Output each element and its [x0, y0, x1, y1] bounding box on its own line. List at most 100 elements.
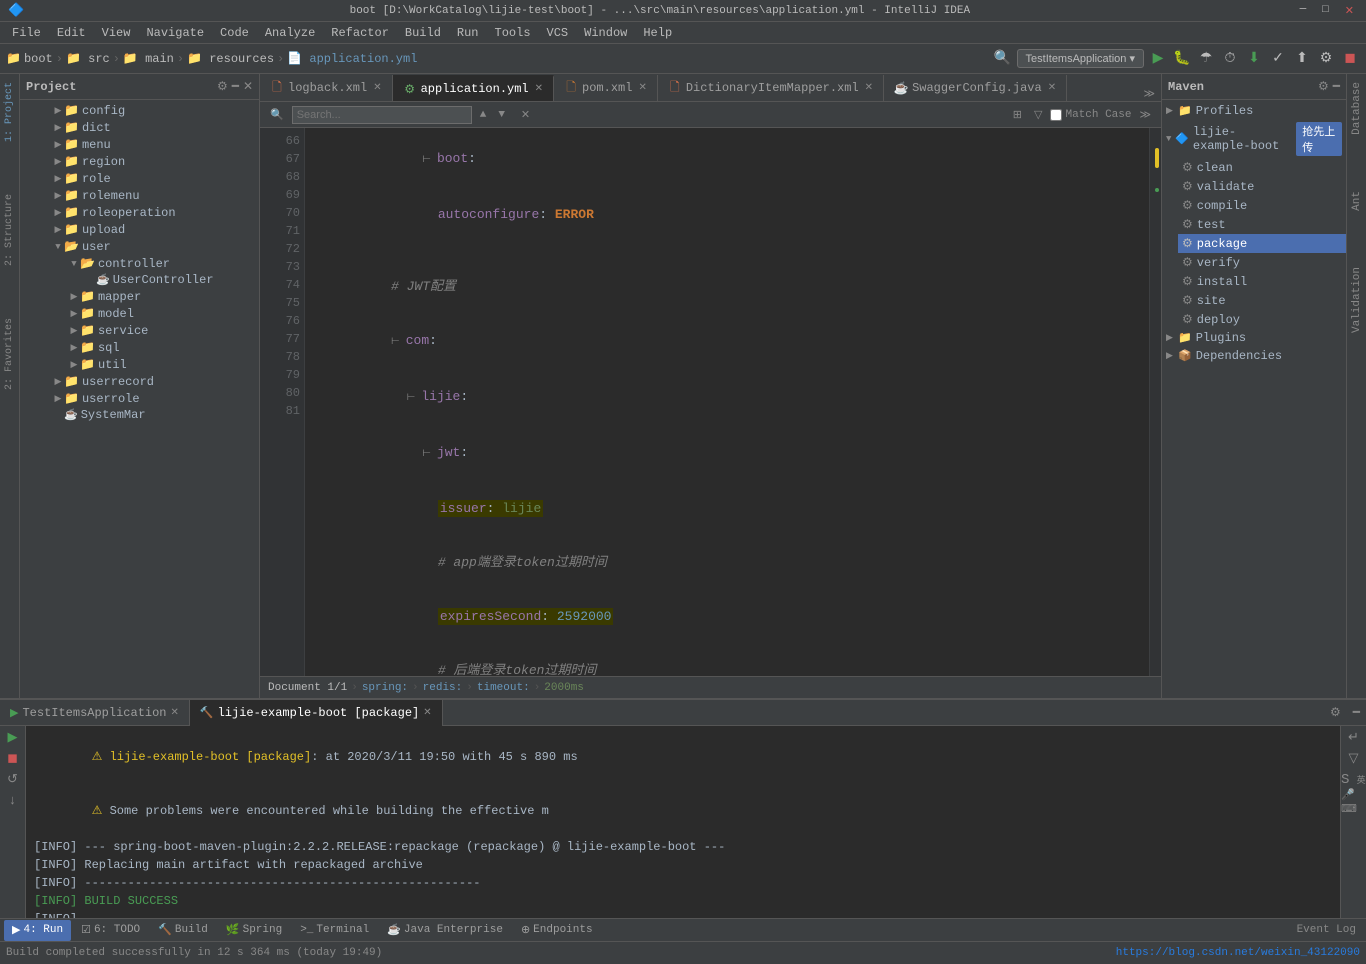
tree-item-usercontroller[interactable]: ☕ UserController: [20, 272, 259, 288]
right-vert-database[interactable]: Database: [1349, 74, 1365, 143]
tab-dictionaryitem-xml[interactable]: 🗋 DictionaryItemMapper.xml ✕: [658, 75, 884, 101]
tree-item-roleoperation[interactable]: ▶ 📁 roleoperation: [20, 204, 259, 221]
tree-item-upload[interactable]: ▶ 📁 upload: [20, 221, 259, 238]
maven-lifecycle-verify[interactable]: ⚙ verify: [1178, 253, 1346, 272]
run-scroll-icon[interactable]: ↓: [9, 793, 17, 808]
run-filter-icon[interactable]: ▽: [1349, 751, 1359, 766]
toolbar-search-everywhere-icon[interactable]: 🔍: [993, 49, 1013, 69]
tree-item-userrecord[interactable]: ▶ 📁 userrecord: [20, 373, 259, 390]
toolbar-vcs-update-icon[interactable]: ⬇: [1244, 49, 1264, 69]
run-stop-icon[interactable]: ◼: [7, 751, 18, 766]
menu-vcs[interactable]: VCS: [539, 22, 577, 44]
close-button[interactable]: ✕: [1341, 4, 1358, 18]
run-config-dropdown[interactable]: TestItemsApplication ▾: [1017, 49, 1144, 68]
project-collapse-icon[interactable]: ━: [232, 79, 239, 94]
run-play-icon[interactable]: ▶: [8, 730, 18, 745]
tree-item-model[interactable]: ▶ 📁 model: [20, 305, 259, 322]
tree-item-util[interactable]: ▶ 📁 util: [20, 356, 259, 373]
left-icon-favorites[interactable]: 2: Favorites: [2, 314, 17, 394]
maven-dependencies-item[interactable]: ▶ 📦 Dependencies: [1162, 347, 1346, 365]
maven-plugins-item[interactable]: ▶ 📁 Plugins: [1162, 329, 1346, 347]
dock-tab-todo[interactable]: ☑ 6: TODO: [73, 920, 148, 941]
toolbar-profile-icon[interactable]: ⏱: [1220, 49, 1240, 69]
tree-item-userrole[interactable]: ▶ 📁 userrole: [20, 390, 259, 407]
menu-view[interactable]: View: [94, 22, 139, 44]
tree-item-rolemenu[interactable]: ▶ 📁 rolemenu: [20, 187, 259, 204]
tree-item-sql[interactable]: ▶ 📁 sql: [20, 339, 259, 356]
menu-refactor[interactable]: Refactor: [323, 22, 397, 44]
project-settings-icon[interactable]: ⚙: [217, 79, 228, 94]
dock-tab-spring[interactable]: 🌿 Spring: [218, 920, 290, 941]
maven-lifecycle-install[interactable]: ⚙ install: [1178, 272, 1346, 291]
tree-item-dict[interactable]: ▶ 📁 dict: [20, 119, 259, 136]
tree-item-menu[interactable]: ▶ 📁 menu: [20, 136, 259, 153]
dock-tab-enterprise[interactable]: ☕ Java Enterprise: [379, 920, 511, 941]
filter-icon[interactable]: ⊞: [1009, 108, 1026, 122]
maven-lifecycle-compile[interactable]: ⚙ compile: [1178, 196, 1346, 215]
tab-close-pom[interactable]: ✕: [638, 82, 646, 94]
tree-item-service[interactable]: ▶ 📁 service: [20, 322, 259, 339]
maven-lifecycle-clean[interactable]: ⚙ clean: [1178, 158, 1346, 177]
maven-lifecycle-deploy[interactable]: ⚙ deploy: [1178, 310, 1346, 329]
dock-tab-run[interactable]: ▶ 4: Run: [4, 920, 71, 941]
menu-edit[interactable]: Edit: [49, 22, 94, 44]
run-wrap-icon[interactable]: ↵: [1348, 730, 1359, 745]
tree-item-user[interactable]: ▼ 📂 user: [20, 238, 259, 255]
run-rerun-icon[interactable]: ↺: [7, 772, 18, 787]
toolbar-vcs-push-icon[interactable]: ⬆: [1292, 49, 1312, 69]
menu-help[interactable]: Help: [635, 22, 680, 44]
maven-project-item[interactable]: ▼ 🔷 lijie-example-boot 抢先上传: [1162, 120, 1346, 158]
run-tab-testitemsapp[interactable]: ▶ TestItemsApplication ✕: [0, 700, 190, 726]
run-settings-icon[interactable]: ⚙: [1324, 705, 1347, 720]
dock-tab-build[interactable]: 🔨 Build: [150, 920, 216, 941]
tab-swaggerconfig[interactable]: ☕ SwaggerConfig.java ✕: [884, 75, 1067, 101]
find-input[interactable]: [292, 106, 472, 124]
match-case-checkbox[interactable]: [1050, 109, 1062, 121]
event-log-button[interactable]: Event Log: [1291, 924, 1362, 936]
maximize-button[interactable]: □: [1318, 4, 1333, 18]
toolbar-debug-icon[interactable]: 🐛: [1172, 49, 1192, 69]
toolbar-coverage-icon[interactable]: ☂: [1196, 49, 1216, 69]
left-icon-project[interactable]: 1: Project: [2, 78, 17, 146]
maven-settings-icon[interactable]: ⚙: [1318, 79, 1329, 94]
menu-navigate[interactable]: Navigate: [138, 22, 212, 44]
run-tab-package[interactable]: 🔨 lijie-example-boot [package] ✕: [190, 700, 443, 726]
toolbar-settings-icon[interactable]: ⚙: [1316, 49, 1336, 69]
toolbar-run-icon[interactable]: ▶: [1148, 49, 1168, 69]
tab-close-swaggerconfig[interactable]: ✕: [1048, 82, 1056, 94]
find-prev-button[interactable]: ▲: [476, 109, 491, 121]
find-next-button[interactable]: ▼: [494, 109, 509, 121]
maven-lifecycle-site[interactable]: ⚙ site: [1178, 291, 1346, 310]
toolbar-stop-icon[interactable]: ◼: [1340, 49, 1360, 69]
maven-lifecycle-test[interactable]: ⚙ test: [1178, 215, 1346, 234]
minimize-button[interactable]: ─: [1296, 4, 1311, 18]
find-icon[interactable]: 🔍: [266, 108, 288, 122]
tree-item-systemmar[interactable]: ☕ SystemMar: [20, 407, 259, 423]
toolbar-vcs-commit-icon[interactable]: ✓: [1268, 49, 1288, 69]
menu-window[interactable]: Window: [576, 22, 635, 44]
run-close-icon[interactable]: ━: [1347, 705, 1366, 720]
menu-run[interactable]: Run: [449, 22, 487, 44]
tree-item-role[interactable]: ▶ 📁 role: [20, 170, 259, 187]
find-close-button[interactable]: ✕: [517, 108, 534, 122]
dock-tab-endpoints[interactable]: ⊕ Endpoints: [513, 920, 601, 941]
right-vert-ant[interactable]: Ant: [1349, 183, 1365, 219]
tree-item-config[interactable]: ▶ 📁 config: [20, 102, 259, 119]
tab-close-dictionaryitem[interactable]: ✕: [865, 82, 873, 94]
status-csdn-link[interactable]: https://blog.csdn.net/weixin_43122090: [1116, 947, 1360, 959]
dock-tab-terminal[interactable]: >_ Terminal: [292, 920, 377, 941]
tab-close-application[interactable]: ✕: [535, 83, 543, 95]
maven-lifecycle-validate[interactable]: ⚙ validate: [1178, 177, 1346, 196]
tree-item-region[interactable]: ▶ 📁 region: [20, 153, 259, 170]
maven-collapse-icon[interactable]: ━: [1333, 79, 1340, 94]
filter-icon2[interactable]: ▽: [1030, 108, 1046, 122]
tab-close-logback[interactable]: ✕: [373, 82, 381, 94]
right-vert-validation[interactable]: Validation: [1349, 259, 1365, 341]
match-case-option[interactable]: Match Case: [1050, 109, 1131, 121]
maven-profiles-item[interactable]: ▶ 📁 Profiles: [1162, 102, 1346, 120]
code-content[interactable]: ⊢ boot: autoconfigure: ERROR # JWT配置 ⊢ c…: [305, 128, 1149, 676]
menu-file[interactable]: File: [4, 22, 49, 44]
maven-lifecycle-package[interactable]: ⚙ package: [1178, 234, 1346, 253]
more-options-button[interactable]: ≫: [1135, 108, 1155, 122]
left-icon-structure[interactable]: 2: Structure: [2, 190, 17, 270]
